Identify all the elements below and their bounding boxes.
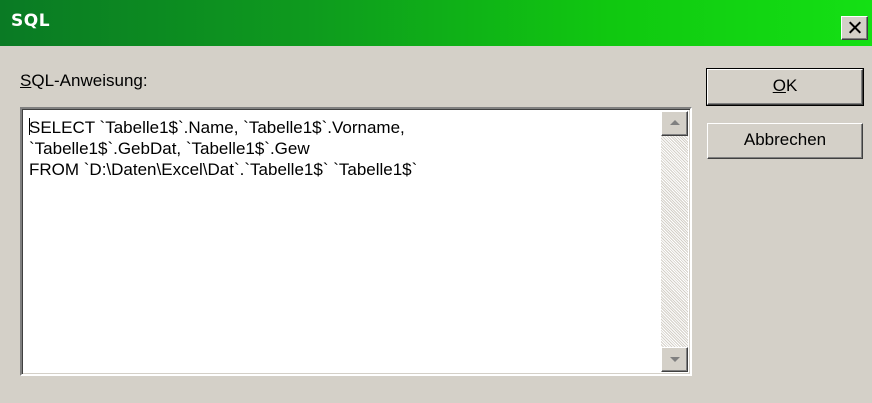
label-text: QL-Anweisung: bbox=[31, 71, 148, 90]
scroll-up-button[interactable] bbox=[661, 111, 688, 136]
window-title: SQL bbox=[11, 11, 51, 31]
ok-button[interactable]: OK bbox=[706, 68, 864, 106]
sql-line-1: SELECT `Tabelle1$`.Name, `Tabelle1$`.Vor… bbox=[29, 118, 405, 137]
ok-label-rest: K bbox=[785, 76, 798, 95]
cancel-button[interactable]: Abbrechen bbox=[707, 123, 863, 159]
close-button[interactable] bbox=[841, 16, 868, 40]
vertical-scrollbar[interactable] bbox=[661, 111, 688, 372]
sql-line-3: FROM `D:\Daten\Excel\Dat`.`Tabelle1$` `T… bbox=[29, 160, 418, 179]
close-icon bbox=[849, 21, 861, 34]
sql-text-content: SELECT `Tabelle1$`.Name, `Tabelle1$`.Vor… bbox=[29, 117, 649, 180]
scroll-up-arrow-icon bbox=[670, 120, 680, 125]
scroll-down-button[interactable] bbox=[661, 347, 688, 372]
label-mnemonic: S bbox=[20, 71, 32, 90]
sql-dialog: SQL SQL-Anweisung: SELECT `Tabelle1$`.Na… bbox=[0, 0, 872, 403]
sql-statement-label: SQL-Anweisung: bbox=[20, 71, 148, 91]
sql-statement-textarea[interactable]: SELECT `Tabelle1$`.Name, `Tabelle1$`.Vor… bbox=[20, 107, 692, 376]
sql-line-2: `Tabelle1$`.GebDat, `Tabelle1$`.Gew bbox=[29, 139, 310, 158]
scroll-down-arrow-icon bbox=[670, 357, 680, 362]
ok-mnemonic: O bbox=[772, 76, 786, 95]
title-bar: SQL bbox=[0, 0, 872, 46]
